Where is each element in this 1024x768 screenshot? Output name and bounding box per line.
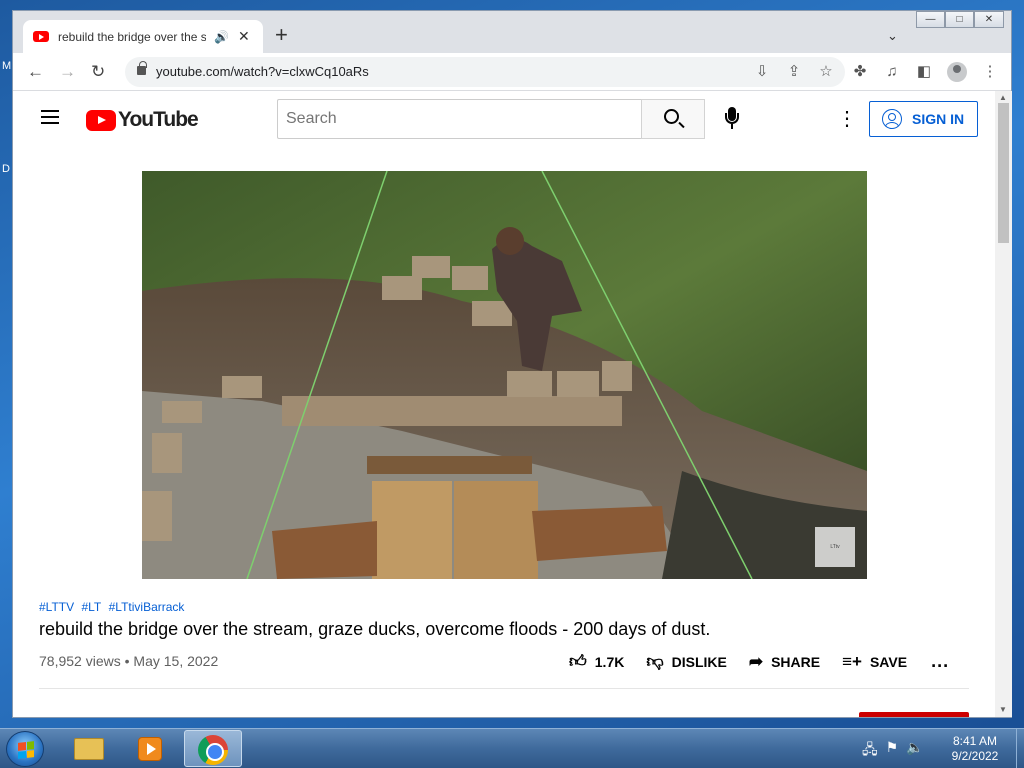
system-tray: 🖧 ⚑ 🔈 xyxy=(862,739,924,763)
forward-arrow-icon[interactable]: → xyxy=(59,62,76,82)
reload-icon[interactable]: ↻ xyxy=(91,62,105,82)
divider xyxy=(39,688,969,689)
view-count: 78,952 views xyxy=(39,653,121,669)
youtube-page: YouTube ⋮ SIGN IN xyxy=(13,91,995,717)
media-control-icon[interactable]: ♫ xyxy=(883,62,901,82)
start-button[interactable] xyxy=(6,731,44,767)
new-tab-button[interactable]: + xyxy=(275,24,288,46)
address-bar[interactable]: youtube.com/watch?v=clxwCq10aRs ⇩ ⇪ ☆ xyxy=(125,57,845,87)
side-panel-icon[interactable]: ◧ xyxy=(915,62,933,82)
subscribe-button-peek[interactable] xyxy=(859,712,969,717)
hashtag-link[interactable]: #LT xyxy=(81,600,101,614)
scroll-up-arrow-icon[interactable]: ▲ xyxy=(999,93,1007,102)
video-title: rebuild the bridge over the stream, graz… xyxy=(39,619,711,639)
hashtag-list: #LTTV #LT #LTtiviBarrack xyxy=(39,600,188,614)
share-label: SHARE xyxy=(771,653,821,670)
microphone-icon[interactable] xyxy=(722,107,742,131)
tab-youtube[interactable]: rebuild the bridge over the stream, graz… xyxy=(23,20,263,53)
clock-time: 8:41 AM xyxy=(952,734,998,748)
volume-icon[interactable]: 🔈 xyxy=(906,739,923,763)
install-app-icon[interactable]: ⇩ xyxy=(753,62,771,82)
maximize-button[interactable]: □ xyxy=(945,11,974,28)
hashtag-link[interactable]: #LTTV xyxy=(39,600,74,614)
lock-icon[interactable] xyxy=(137,61,147,75)
chrome-icon xyxy=(198,735,228,765)
sign-in-button[interactable]: SIGN IN xyxy=(869,101,978,137)
account-circle-icon xyxy=(882,109,902,129)
tab-close-icon[interactable]: ✕ xyxy=(238,28,250,45)
tab-title: rebuild the bridge over the stream, graz… xyxy=(58,29,206,44)
clock-date: 9/2/2022 xyxy=(951,749,999,763)
bookmark-star-icon[interactable]: ☆ xyxy=(817,62,835,82)
video-frame xyxy=(142,171,867,579)
share-button[interactable]: ➦ SHARE xyxy=(749,652,820,672)
desktop-edge-text: M xyxy=(2,60,12,72)
search-button[interactable] xyxy=(641,99,705,139)
sign-in-label: SIGN IN xyxy=(912,111,965,127)
browser-window: rebuild the bridge over the stream, graz… xyxy=(12,10,1012,718)
youtube-logo[interactable]: YouTube xyxy=(86,108,199,132)
hashtag-link[interactable]: #LTtiviBarrack xyxy=(109,600,185,614)
search-input[interactable] xyxy=(277,99,641,139)
dislike-label: DISLIKE xyxy=(671,653,727,670)
taskbar-clock[interactable]: 8:41 AM 9/2/2022 xyxy=(940,734,1010,764)
youtube-play-logo-icon xyxy=(86,109,116,131)
thumbs-up-icon: 👍︎ xyxy=(569,652,587,671)
share-page-icon[interactable]: ⇪ xyxy=(785,62,803,82)
taskbar-media-player-button[interactable] xyxy=(120,730,178,767)
desktop-edge-text: D xyxy=(2,163,10,175)
channel-watermark[interactable]: LTtv xyxy=(815,527,855,567)
meta-separator: • xyxy=(124,653,130,669)
taskbar-explorer-button[interactable] xyxy=(60,730,118,767)
save-button[interactable]: ≡+ SAVE xyxy=(842,652,907,672)
windows-logo-icon xyxy=(18,741,34,759)
like-button[interactable]: 👍︎ 1.7K xyxy=(569,651,624,672)
share-arrow-icon: ➦ xyxy=(748,651,764,671)
hamburger-menu-icon[interactable] xyxy=(41,110,59,124)
extensions-puzzle-icon[interactable]: ✤ xyxy=(851,62,869,82)
video-actions: 👍︎ 1.7K 👎︎ DISLIKE ➦ SHARE ≡+ SAVE ... xyxy=(569,651,949,672)
playlist-add-icon: ≡+ xyxy=(842,651,862,671)
show-desktop-button[interactable] xyxy=(1016,729,1024,768)
scrollbar-thumb[interactable] xyxy=(998,103,1009,243)
like-count: 1.7K xyxy=(594,653,625,670)
folder-icon xyxy=(74,738,104,760)
browser-toolbar: ← → ↻ youtube.com/watch?v=clxwCq10aRs ⇩ … xyxy=(13,53,1011,91)
thumbs-down-icon: 👎︎ xyxy=(646,652,664,671)
youtube-favicon-icon xyxy=(33,31,49,42)
youtube-logo-text: YouTube xyxy=(118,108,199,131)
upload-date: May 15, 2022 xyxy=(133,653,219,669)
chrome-menu-icon[interactable]: ⋮ xyxy=(981,62,999,82)
more-actions-button[interactable]: ... xyxy=(931,651,949,672)
close-window-button[interactable]: ✕ xyxy=(974,11,1004,28)
network-icon[interactable]: 🖧 xyxy=(862,739,878,763)
youtube-masthead: YouTube ⋮ SIGN IN xyxy=(13,91,995,147)
tab-search-chevron-icon[interactable]: ⌄ xyxy=(887,28,898,44)
speaker-icon[interactable]: 🔊 xyxy=(214,30,229,44)
profile-avatar-icon[interactable] xyxy=(947,62,967,82)
back-arrow-icon[interactable]: ← xyxy=(27,62,44,82)
media-player-icon xyxy=(138,737,162,761)
page-scrollbar[interactable]: ▲ ▼ xyxy=(995,91,1012,717)
taskbar-chrome-button[interactable] xyxy=(184,730,242,767)
url-text[interactable]: youtube.com/watch?v=clxwCq10aRs xyxy=(156,64,369,79)
search-icon xyxy=(664,109,679,124)
video-meta: 78,952 views • May 15, 2022 xyxy=(39,653,218,669)
tab-strip: rebuild the bridge over the stream, graz… xyxy=(13,11,1011,53)
dislike-button[interactable]: 👎︎ DISLIKE xyxy=(646,651,727,672)
video-player[interactable]: LTtv xyxy=(142,171,867,579)
save-label: SAVE xyxy=(869,653,908,670)
minimize-button[interactable]: — xyxy=(916,11,945,28)
settings-more-icon[interactable]: ⋮ xyxy=(837,107,857,131)
taskbar: 🖧 ⚑ 🔈 8:41 AM 9/2/2022 xyxy=(0,728,1024,768)
action-center-flag-icon[interactable]: ⚑ xyxy=(886,739,899,763)
scroll-down-arrow-icon[interactable]: ▼ xyxy=(999,705,1007,714)
